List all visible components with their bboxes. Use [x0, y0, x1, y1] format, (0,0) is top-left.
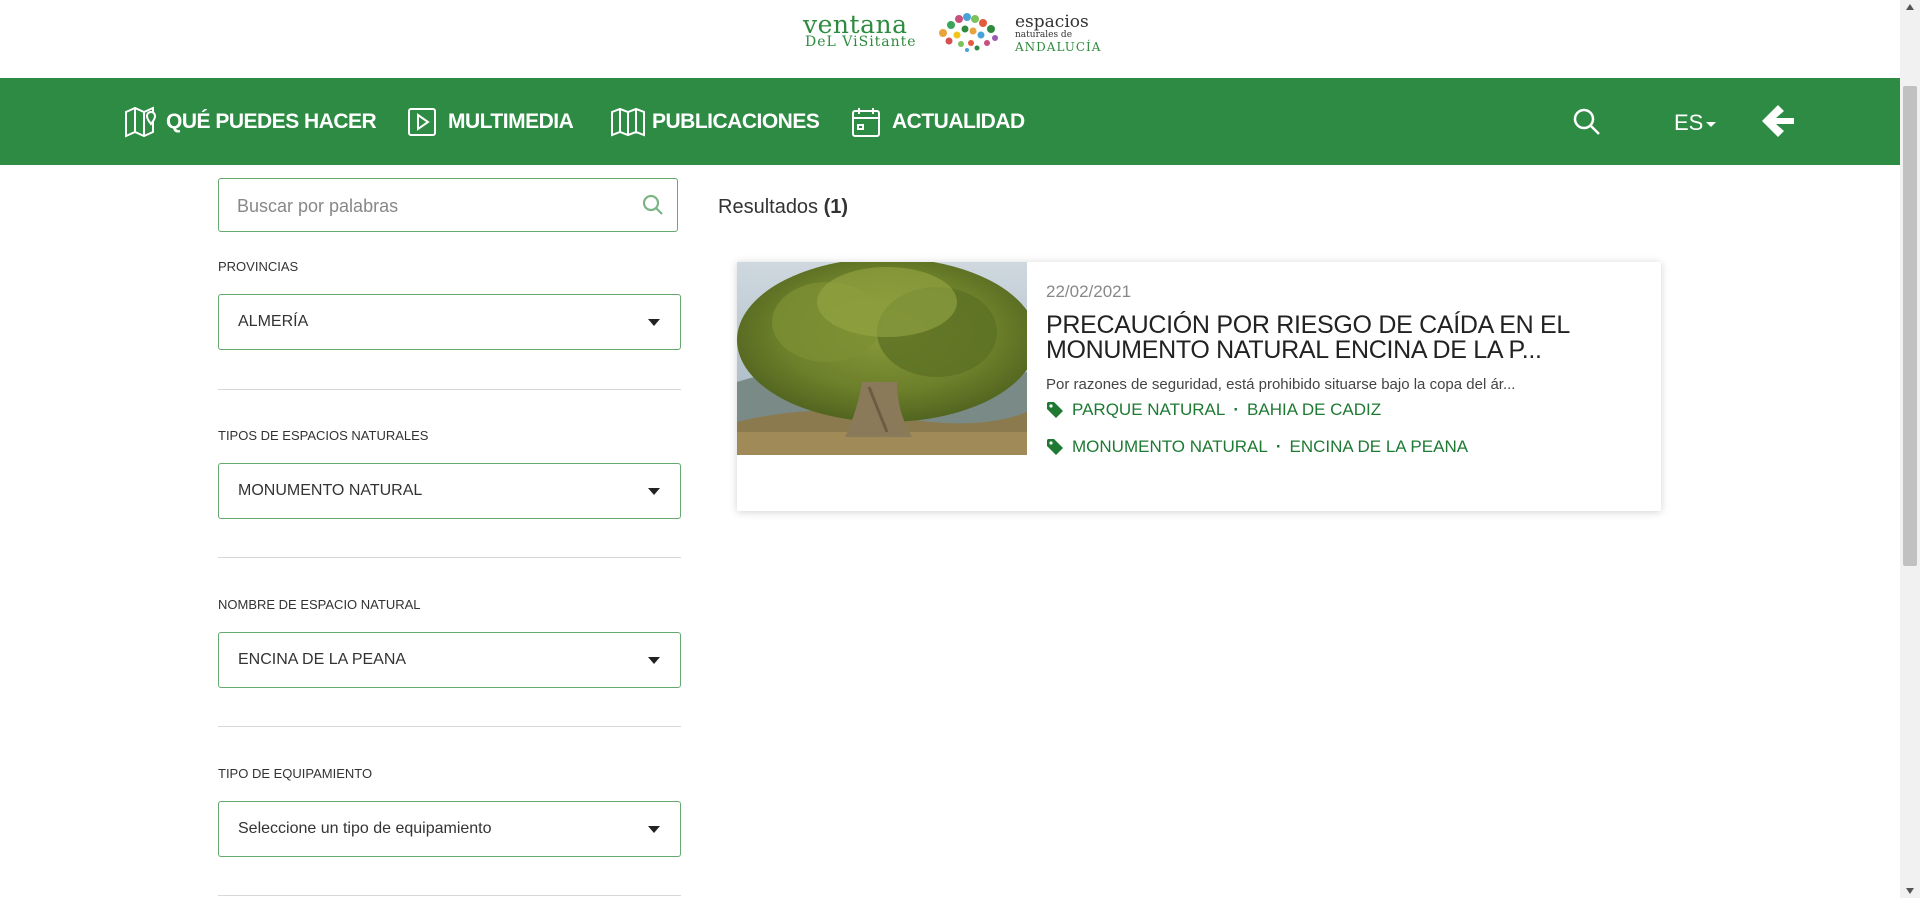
nav-item-publicaciones[interactable]: PUBLICACIONES	[610, 78, 820, 165]
divider	[218, 557, 681, 558]
divider	[218, 895, 681, 896]
equipment-type-select[interactable]: Seleccione un tipo de equipamiento	[218, 801, 681, 857]
back-arrow-icon[interactable]	[1758, 101, 1798, 141]
select-value: Seleccione un tipo de equipamiento	[238, 820, 492, 837]
search-icon[interactable]	[1572, 107, 1602, 137]
nav-item-que-puedes-hacer[interactable]: QUÉ PUEDES HACER	[124, 78, 377, 165]
oak-tree-photo[interactable]	[737, 262, 1027, 455]
result-title[interactable]: PRECAUCIÓN POR RIESGO DE CAÍDA EN EL MON…	[1046, 313, 1636, 363]
nav-item-multimedia[interactable]: MULTIMEDIA	[406, 78, 574, 165]
result-tag[interactable]: PARQUE NATURAL · BAHIA DE CADIZ	[1046, 400, 1381, 420]
space-type-select[interactable]: MONUMENTO NATURAL	[218, 463, 681, 519]
tag-separator: ·	[1233, 400, 1240, 419]
caret-down-icon	[648, 319, 660, 326]
calendar-icon	[852, 107, 880, 137]
nav-label: MULTIMEDIA	[448, 109, 574, 133]
book-icon	[611, 107, 645, 136]
scroll-up-arrow-icon[interactable]	[1906, 4, 1914, 10]
select-value: MONUMENTO NATURAL	[238, 482, 423, 499]
map-pin-icon	[125, 105, 157, 138]
tag-icon	[1047, 439, 1063, 455]
caret-down-icon	[648, 657, 660, 664]
logo-text-andalucia: ANDALUCÍA	[1015, 40, 1102, 54]
results-label: Resultados	[718, 196, 819, 218]
filter-label-tipos: TIPOS DE ESPACIOS NATURALES	[218, 428, 429, 443]
nav-item-actualidad[interactable]: ACTUALIDAD	[850, 78, 1025, 165]
divider	[218, 726, 681, 727]
result-card[interactable]: 22/02/2021 PRECAUCIÓN POR RIESGO DE CAÍD…	[737, 262, 1661, 511]
site-logo[interactable]: ventana DeL ViSitante espacios naturales…	[803, 10, 1100, 56]
province-select[interactable]: ALMERÍA	[218, 294, 681, 350]
select-value: ALMERÍA	[238, 313, 309, 330]
search-icon[interactable]	[642, 194, 664, 216]
filter-label-nombre: NOMBRE DE ESPACIO NATURAL	[218, 597, 421, 612]
filter-label-equipamiento: TIPO DE EQUIPAMIENTO	[218, 766, 373, 781]
divider	[218, 389, 681, 390]
language-selector[interactable]: ES	[1674, 108, 1717, 138]
logo-flower-icon	[939, 13, 998, 52]
main-nav: QUÉ PUEDES HACER MULTIMEDIA PUBLICACIONE…	[0, 78, 1900, 165]
scroll-thumb[interactable]	[1903, 86, 1917, 566]
page-scrollbar[interactable]	[1900, 0, 1920, 898]
caret-down-icon	[648, 826, 660, 833]
logo-text-naturales: naturales de	[1015, 30, 1073, 40]
tag-separator: ·	[1275, 437, 1282, 456]
play-icon	[408, 107, 436, 136]
nav-label: QUÉ PUEDES HACER	[166, 109, 377, 133]
tag-type: PARQUE NATURAL	[1072, 400, 1226, 419]
nav-label: ACTUALIDAD	[892, 109, 1025, 133]
result-description: Por razones de seguridad, está prohibido…	[1046, 376, 1516, 393]
tag-name: ENCINA DE LA PEANA	[1289, 437, 1469, 456]
result-date: 22/02/2021	[1046, 282, 1132, 301]
logo-text-visitante: DeL ViSitante	[805, 34, 917, 50]
caret-down-icon	[648, 488, 660, 495]
tag-icon	[1047, 402, 1063, 418]
result-tag[interactable]: MONUMENTO NATURAL · ENCINA DE LA PEANA	[1046, 437, 1468, 457]
language-code: ES	[1674, 110, 1704, 135]
search-box	[218, 178, 678, 233]
results-count: (1)	[823, 196, 849, 218]
space-name-select[interactable]: ENCINA DE LA PEANA	[218, 632, 681, 688]
search-input[interactable]	[235, 179, 629, 233]
tag-name: BAHIA DE CADIZ	[1247, 400, 1382, 419]
select-value: ENCINA DE LA PEANA	[238, 651, 407, 668]
caret-down-icon	[1706, 121, 1717, 127]
results-heading: Resultados (1)	[718, 196, 848, 219]
filter-label-provincias: PROVINCIAS	[218, 259, 299, 274]
scroll-down-arrow-icon[interactable]	[1906, 888, 1914, 894]
tag-type: MONUMENTO NATURAL	[1072, 437, 1268, 456]
logo-text-espacios: espacios	[1015, 12, 1089, 32]
nav-label: PUBLICACIONES	[652, 109, 820, 133]
logo-bar: ventana DeL ViSitante espacios naturales…	[0, 0, 1900, 78]
